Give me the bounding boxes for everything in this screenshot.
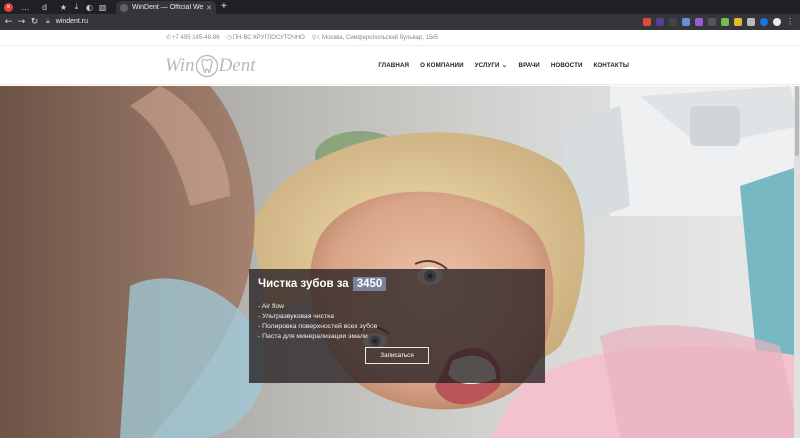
webpage: ✆+7 495 145-48-86 ◷ПН-ВС КРУГЛОСУТОЧНО ⚲… [0,30,800,438]
extension-icon[interactable] [734,18,742,26]
image-icon[interactable]: ▧ [96,0,109,14]
extension-icon[interactable] [708,18,716,26]
extension-icon[interactable] [656,18,664,26]
extension-icon[interactable] [721,18,729,26]
address-info: ⚲г. Москва, Симферопольский бульвар, 15к… [312,34,438,41]
back-icon[interactable]: ← [2,17,15,27]
main-menu: ГЛАВНАЯ О КОМПАНИИ УСЛУГИ ⌄ ВРАЧИ НОВОСТИ… [378,61,629,69]
chevron-down-icon: ⌄ [501,61,508,69]
menu-item-label: ГЛАВНАЯ [378,61,410,69]
browser-toolbar: ← → ↻ 🔒︎ windent.ru ⋮ [0,14,800,30]
url-text: windent.ru [55,18,89,25]
tooth-icon [195,54,218,78]
download-icon[interactable]: ⤓ [70,0,83,14]
logo-text-left: Win [165,55,195,76]
book-appointment-button[interactable]: Записаться [365,347,429,364]
menu-item-label: ВРАЧИ [518,61,540,69]
menu-item-services[interactable]: УСЛУГИ ⌄ [475,61,508,69]
phone-icon: ✆ [166,34,172,41]
map-pin-icon: ⚲ [311,34,317,41]
phone-text: +7 495 145-48-86 [172,35,220,41]
profile-icon[interactable] [760,18,768,26]
phone-info[interactable]: ✆+7 495 145-48-86 [166,34,220,41]
promo-card: Чистка зубов за 3450 - Air flow - Ультра… [249,269,545,383]
close-tab-icon[interactable]: ✕ [206,4,212,12]
site-header: Win Dent ГЛАВНАЯ О КОМПАНИИ УСЛУГИ ⌄ ВРАЧ… [0,47,800,85]
extensions-bar: ⋮ [643,16,794,28]
menu-item-about[interactable]: О КОМПАНИИ [420,61,464,69]
promo-price-badge: 3450 [352,277,387,291]
menu-item-doctors[interactable]: ВРАЧИ [519,61,540,69]
list-item: - Ультразвуковая чистка [258,313,335,320]
tab-label: d [41,2,48,12]
menu-item-label: О КОМПАНИИ [420,61,464,69]
address-text: г. Москва, Симферопольский бульвар, 15к5 [317,35,439,41]
hero-photo [0,86,800,438]
hours-info: ◷ПН-ВС КРУГЛОСУТОЧНО [227,34,305,41]
reload-icon[interactable]: ↻ [28,17,41,27]
extension-star-icon[interactable] [643,18,651,26]
avatar[interactable] [773,18,781,26]
lock-icon: 🔒︎ [46,17,50,25]
list-item: - Air flow [258,303,285,310]
close-icon[interactable]: × [4,2,13,12]
list-item: - Паста для минерализации эмали [258,333,368,340]
menu-item-news[interactable]: НОВОСТИ [551,61,583,69]
address-bar[interactable]: 🔒︎ windent.ru [46,15,660,28]
menu-item-label: НОВОСТИ [550,61,583,69]
favicon-icon [120,3,128,12]
new-tab-button[interactable]: + [221,0,227,14]
browser-tab-1[interactable]: d [38,0,51,14]
promo-title-text: Чистка зубов за [258,278,349,290]
site-logo[interactable]: Win Dent [165,54,256,78]
extension-icon[interactable] [695,18,703,26]
puzzle-icon[interactable] [747,18,755,26]
browser-tab-0[interactable]: ... [19,0,32,14]
tab-label: ... [21,2,30,12]
hours-text: ПН-ВС КРУГЛОСУТОЧНО [232,35,305,41]
contact-info-bar: ✆+7 495 145-48-86 ◷ПН-ВС КРУГЛОСУТОЧНО ⚲… [0,30,800,46]
star-icon[interactable]: ★ [57,0,70,14]
active-tab-title: WinDent — Official Website [132,4,204,11]
promo-list: - Air flow - Ультразвуковая чистка - Пол… [258,302,536,342]
logo-text-right: Dent [218,55,256,76]
page-scrollbar[interactable] [794,86,800,438]
clock-icon: ◷ [226,34,232,41]
list-item: - Полировка поверхностей всех зубов [258,323,378,330]
forward-icon[interactable]: → [15,17,28,27]
active-tab[interactable]: WinDent — Official Website ✕ [116,1,216,14]
scrollbar-thumb[interactable] [795,86,799,156]
extension-icon[interactable] [682,18,690,26]
promo-title: Чистка зубов за 3450 [258,277,536,291]
menu-item-contacts[interactable]: КОНТАКТЫ [594,61,629,69]
menu-item-label: КОНТАКТЫ [593,61,629,69]
menu-item-label: УСЛУГИ [474,61,500,69]
globe-icon[interactable]: ◐ [83,0,96,14]
extension-icon[interactable] [669,18,677,26]
menu-item-home[interactable]: ГЛАВНАЯ [378,61,409,69]
menu-kebab-icon[interactable]: ⋮ [786,18,794,26]
